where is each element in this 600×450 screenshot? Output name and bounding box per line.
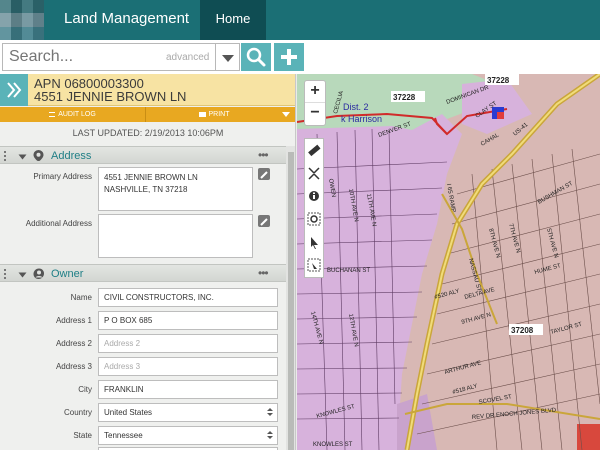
top-bar: Land Management Home <box>0 0 600 40</box>
additional-address-label: Additional Address <box>25 219 92 228</box>
search-button[interactable] <box>241 43 271 71</box>
pencil-icon <box>260 171 268 179</box>
primary-address-line1: 4551 JENNIE BROWN LN <box>104 173 198 182</box>
map-view[interactable]: 37228 37228 37208 Dist. 2 k Harrison DOM… <box>297 74 600 450</box>
more-options-icon[interactable]: ••• <box>258 266 269 280</box>
parcel-header: APN 06800003300 4551 JENNIE BROWN LN <box>0 74 295 106</box>
search-dropdown-button[interactable] <box>216 43 240 71</box>
print-label: PRINT <box>208 111 230 118</box>
primary-address-field[interactable]: 4551 JENNIE BROWN LN NASHVILLE, TN 37218 <box>98 167 253 211</box>
zoom-to-selection-tool[interactable] <box>305 208 323 231</box>
address-section-header[interactable]: Address ••• <box>0 146 286 164</box>
chevron-down-icon[interactable] <box>18 272 27 278</box>
owner-name-field[interactable]: CIVIL CONSTRUCTORS, INC. <box>98 288 278 307</box>
owner-address2-label: Address 2 <box>55 339 92 348</box>
owner-section-title: Owner <box>51 268 84 280</box>
panel-scrollbar[interactable] <box>286 146 295 450</box>
owner-state-label: State <box>73 431 92 440</box>
edit-primary-address-button[interactable] <box>258 168 270 180</box>
owner-address1-label: Address 1 <box>55 316 92 325</box>
add-button[interactable] <box>274 43 304 71</box>
search-icon <box>246 47 266 67</box>
zip-label-37228-b: 37228 <box>393 93 416 102</box>
primary-address-label: Primary Address <box>33 172 92 181</box>
additional-address-field[interactable] <box>98 214 253 258</box>
printer-icon <box>198 111 206 117</box>
audit-log-label: AUDIT LOG <box>58 111 96 118</box>
owner-address3-label: Address 3 <box>55 362 92 371</box>
audit-log-button[interactable]: AUDIT LOG <box>0 107 146 122</box>
council-label: k Harrison <box>341 114 382 124</box>
owner-country-value: United States <box>104 408 153 417</box>
owner-city-field[interactable]: FRANKLIN <box>98 380 278 399</box>
drag-handle-icon[interactable] <box>4 269 7 279</box>
zoom-in-button[interactable]: + <box>305 81 325 103</box>
owner-state-value: Tennessee <box>104 431 143 440</box>
panel-scroll-thumb[interactable] <box>288 152 294 450</box>
district-label: Dist. 2 <box>343 102 369 112</box>
parcel-detail-panel: APN 06800003300 4551 JENNIE BROWN LN AUD… <box>0 74 296 450</box>
knowles-st-label: KNOWLES ST <box>313 442 353 448</box>
parcel-address: 4551 JENNIE BROWN LN <box>34 89 187 104</box>
cursor-icon <box>311 237 318 249</box>
print-button[interactable]: PRINT <box>147 107 281 122</box>
advanced-search-link[interactable]: advanced <box>166 52 209 63</box>
drag-handle-icon[interactable] <box>4 151 7 161</box>
app-title: Land Management <box>64 10 190 27</box>
map-canvas[interactable]: 37228 37228 37208 Dist. 2 k Harrison DOM… <box>297 74 600 450</box>
ruler-icon <box>308 144 321 157</box>
owner-address1-field[interactable]: P O BOX 685 <box>98 311 278 330</box>
box-select-tool[interactable] <box>305 254 323 277</box>
user-icon <box>33 268 44 279</box>
last-updated: LAST UPDATED: 2/19/2013 10:06PM <box>72 128 224 138</box>
owner-address2-field[interactable]: Address 2 <box>98 334 278 353</box>
print-dropdown-icon[interactable] <box>282 112 290 117</box>
buchanan-st-label: BUCHANAN ST <box>327 268 370 274</box>
box-select-icon <box>307 258 321 272</box>
owner-name-label: Name <box>70 293 92 302</box>
collapse-panel-button[interactable] <box>0 74 28 106</box>
expand-icon <box>308 167 320 180</box>
zoom-box-icon <box>307 212 321 226</box>
edit-additional-address-button[interactable] <box>258 215 270 227</box>
primary-address-line2: NASHVILLE, TN 37218 <box>104 185 188 194</box>
select-tool[interactable] <box>305 231 323 254</box>
list-icon <box>49 111 56 117</box>
owner-city-label: City <box>78 385 92 394</box>
double-chevron-right-icon <box>7 82 22 98</box>
owner-section-header[interactable]: Owner ••• <box>0 264 286 282</box>
owner-address3-field[interactable]: Address 3 <box>98 357 278 376</box>
measure-tool[interactable] <box>305 139 323 162</box>
zoom-controls: + − <box>304 80 326 126</box>
map-tool-stack <box>304 138 324 278</box>
owner-state-select[interactable]: Tennessee <box>98 426 278 445</box>
action-bar: AUDIT LOG PRINT <box>0 107 295 122</box>
info-icon <box>309 191 319 201</box>
owner-country-label: Country <box>63 408 92 417</box>
select-arrows-icon <box>267 408 273 417</box>
identify-tool[interactable] <box>305 185 323 208</box>
selected-parcel-marker <box>497 112 504 119</box>
address-section-title: Address <box>51 150 92 162</box>
tab-home[interactable]: Home <box>200 0 266 40</box>
chevron-down-icon[interactable] <box>18 154 27 160</box>
zip-label-37208: 37208 <box>511 326 534 335</box>
owner-country-select[interactable]: United States <box>98 403 278 422</box>
plus-icon <box>281 49 297 65</box>
map-pin-icon <box>33 150 44 161</box>
pencil-icon <box>260 218 268 226</box>
app-logo[interactable] <box>0 0 44 40</box>
more-options-icon[interactable]: ••• <box>258 148 269 162</box>
zoom-out-button[interactable]: − <box>305 103 325 125</box>
zip-label-37228-a: 37228 <box>487 76 510 85</box>
full-extent-tool[interactable] <box>305 162 323 185</box>
select-arrows-icon <box>267 431 273 440</box>
